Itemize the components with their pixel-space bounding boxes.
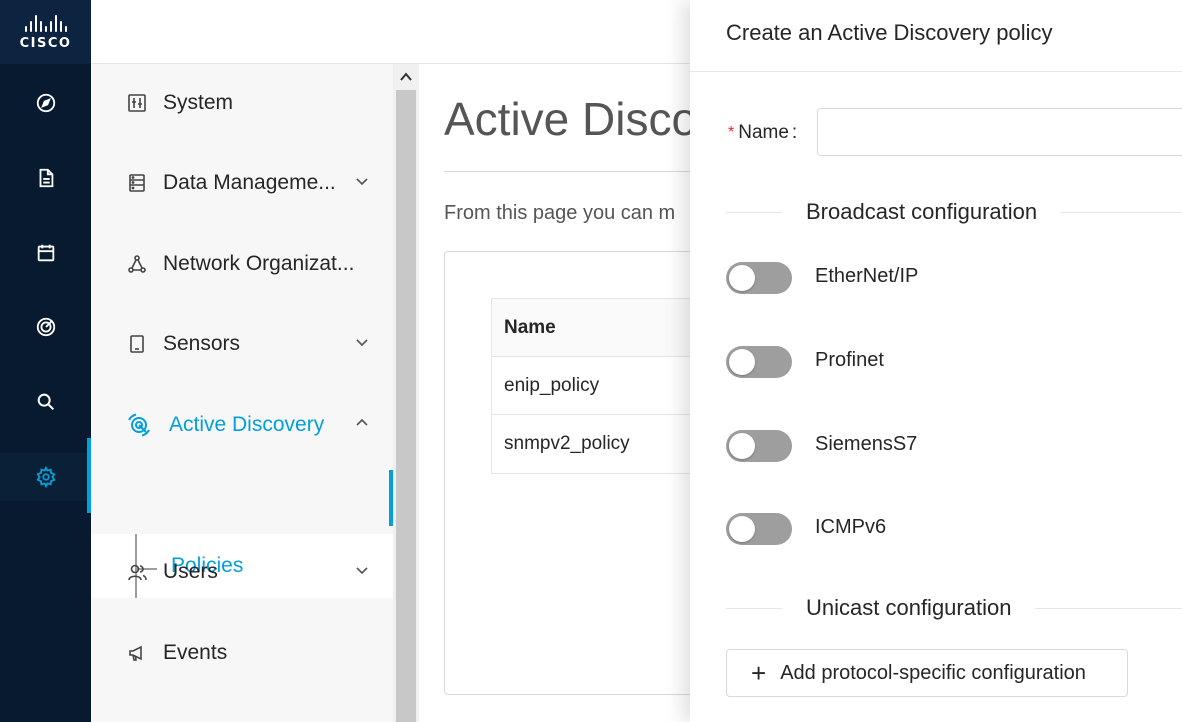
scroll-up-button[interactable] xyxy=(393,64,419,90)
name-input[interactable] xyxy=(817,108,1182,156)
database-icon xyxy=(127,173,147,193)
calendar-icon xyxy=(37,244,54,262)
create-policy-drawer: Create an Active Discovery policy * Name… xyxy=(690,0,1182,722)
icmpv6-switch[interactable] xyxy=(726,513,792,545)
divider-line xyxy=(726,211,782,213)
toggle-row-icmpv6: ICMPv6 xyxy=(726,512,886,546)
divider-line xyxy=(1061,211,1182,213)
sidebar-item-label: Data Manageme... xyxy=(163,171,336,194)
broadcast-section-divider: Broadcast configuration xyxy=(726,197,1182,227)
required-mark: * xyxy=(728,124,735,141)
name-label-colon: : xyxy=(791,122,798,143)
icon-rail: CISCO xyxy=(0,0,91,722)
users-icon xyxy=(127,562,147,582)
toggle-label: Profinet xyxy=(815,349,884,371)
sensor-icon xyxy=(127,334,147,354)
sidebar-item-label: Network Organizat... xyxy=(163,252,355,275)
toggle-label: SiemensS7 xyxy=(815,433,918,455)
sidebar-item-label: Events xyxy=(163,641,228,664)
cisco-logo-text: CISCO xyxy=(19,35,72,51)
unicast-section-divider: Unicast configuration xyxy=(726,593,1182,623)
plus-icon: + xyxy=(751,658,767,688)
rail-detection-button[interactable] xyxy=(0,303,91,351)
gear-icon xyxy=(35,466,56,488)
target-icon xyxy=(36,317,55,337)
sidebar-item-system[interactable]: System xyxy=(91,73,393,133)
network-icon xyxy=(127,254,147,274)
page-description: From this page you can m xyxy=(444,202,676,224)
admin-sidebar: System Data Manageme... Network Organiza… xyxy=(91,64,393,722)
switch-knob xyxy=(729,265,755,291)
siemens-s7-switch[interactable] xyxy=(726,430,792,462)
rail-reports-button[interactable] xyxy=(0,154,91,202)
scrollbar-thumb[interactable] xyxy=(396,90,416,722)
add-protocol-config-button[interactable]: + Add protocol-specific configuration xyxy=(726,649,1128,697)
chevron-up-icon xyxy=(400,72,412,81)
switch-knob xyxy=(729,516,755,542)
sidebar-scrollbar[interactable] xyxy=(393,64,419,722)
sidebar-item-network-organization[interactable]: Network Organizat... xyxy=(91,234,393,294)
ethernet-ip-switch[interactable] xyxy=(726,262,792,294)
name-field-label-row: * Name : xyxy=(728,110,797,156)
sliders-icon xyxy=(127,93,147,113)
profinet-switch[interactable] xyxy=(726,346,792,378)
chevron-down-icon xyxy=(356,178,368,186)
cisco-logo-bars xyxy=(24,14,67,32)
drawer-title: Create an Active Discovery policy xyxy=(726,20,1053,45)
sidebar-item-label: Active Discovery xyxy=(169,413,325,436)
switch-knob xyxy=(729,349,755,375)
document-icon xyxy=(39,168,53,188)
sidebar-item-active-discovery[interactable]: Active Discovery xyxy=(91,395,393,455)
chevron-down-icon xyxy=(356,339,368,347)
rail-search-button[interactable] xyxy=(0,378,91,426)
divider-line xyxy=(726,607,782,609)
chevron-up-icon xyxy=(356,418,368,426)
toggle-label: EtherNet/IP xyxy=(815,265,919,287)
toggle-label: ICMPv6 xyxy=(815,516,887,538)
broadcast-section-title: Broadcast configuration xyxy=(806,199,1038,224)
toggle-row-siemens-s7: SiemensS7 xyxy=(726,429,917,463)
drawer-header: Create an Active Discovery policy xyxy=(690,0,1182,72)
sidebar-item-sensors[interactable]: Sensors xyxy=(91,314,393,374)
sidebar-item-label: System xyxy=(163,91,234,114)
cisco-logo[interactable]: CISCO xyxy=(0,0,91,64)
rail-calendar-button[interactable] xyxy=(0,229,91,277)
name-label: Name xyxy=(738,122,789,143)
megaphone-icon xyxy=(127,643,147,663)
chevron-down-icon xyxy=(356,567,368,575)
sidebar-item-users[interactable]: Users xyxy=(91,542,393,602)
rail-explore-button[interactable] xyxy=(0,79,91,127)
sidebar-item-label: Sensors xyxy=(163,332,241,355)
divider-line xyxy=(1035,607,1182,609)
sidebar-item-events[interactable]: Events xyxy=(91,623,393,683)
sidebar-item-label: Users xyxy=(163,560,218,583)
active-discovery-icon xyxy=(125,411,153,439)
add-button-label: Add protocol-specific configuration xyxy=(780,661,1086,684)
toggle-row-ethernet-ip: EtherNet/IP xyxy=(726,261,918,295)
toggle-row-profinet: Profinet xyxy=(726,345,884,379)
switch-knob xyxy=(729,433,755,459)
sidebar-item-data-management[interactable]: Data Manageme... xyxy=(91,153,393,213)
rail-admin-button[interactable] xyxy=(0,453,91,501)
compass-icon xyxy=(36,93,55,113)
unicast-section-title: Unicast configuration xyxy=(806,595,1012,620)
search-icon xyxy=(37,393,54,411)
